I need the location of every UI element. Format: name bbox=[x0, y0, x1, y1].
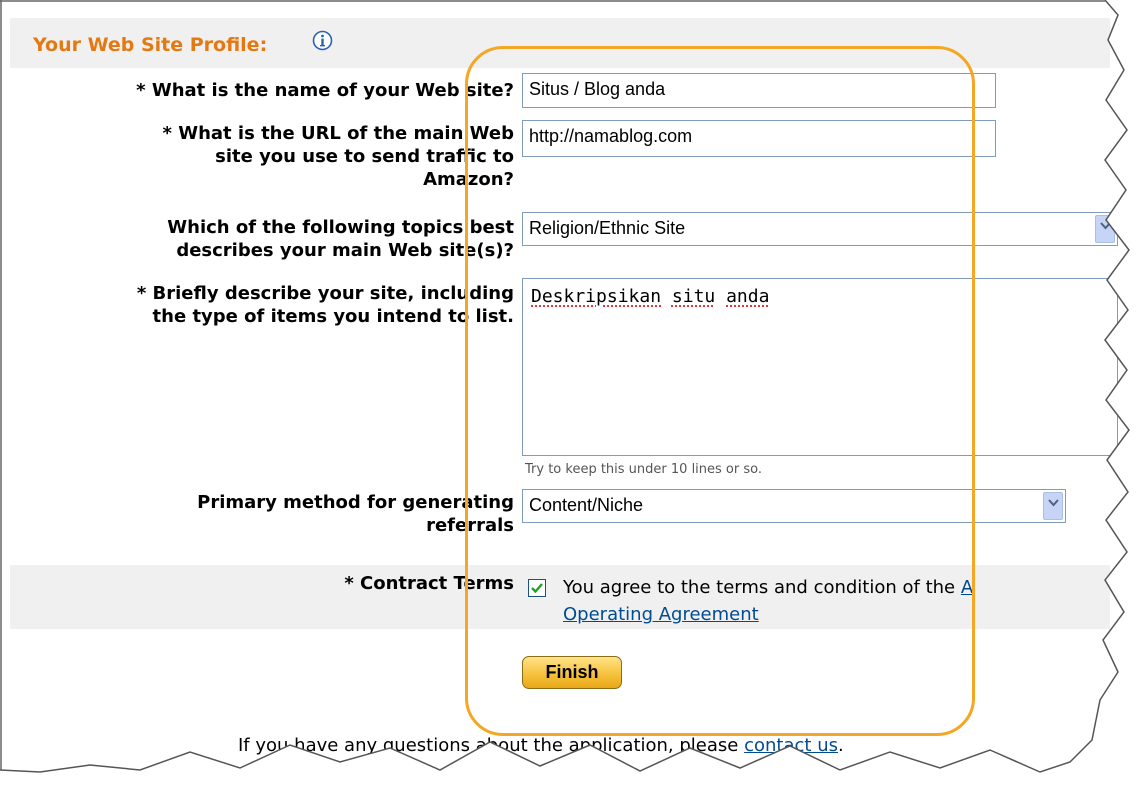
application-form-page: Your Web Site Profile: * What is the nam… bbox=[0, 0, 1143, 797]
footer-period: . bbox=[837, 735, 844, 756]
info-circle-icon[interactable] bbox=[312, 30, 333, 51]
referrals-label: Primary method for generating referrals bbox=[197, 492, 514, 536]
site-url-label: * What is the URL of the main Web site y… bbox=[162, 123, 514, 190]
topic-select[interactable]: Religion/Ethnic Site bbox=[522, 212, 1118, 246]
site-name-label: * What is the name of your Web site? bbox=[136, 80, 514, 101]
referrals-select[interactable]: Content/Niche bbox=[522, 489, 1066, 523]
section-title: Your Web Site Profile: bbox=[33, 34, 268, 56]
description-hint: Try to keep this under 10 lines or so. bbox=[525, 462, 762, 477]
contact-footer: If you have any questions about the appl… bbox=[238, 735, 844, 756]
contract-terms-label: * Contract Terms bbox=[344, 573, 514, 594]
chevron-down-icon[interactable] bbox=[1043, 492, 1063, 520]
description-textarea[interactable]: Deskripsikan situ anda bbox=[522, 278, 1118, 456]
footer-text: If you have any questions about the appl… bbox=[238, 735, 739, 756]
contact-us-link[interactable]: contact us bbox=[744, 735, 838, 756]
chevron-down-icon[interactable] bbox=[1095, 215, 1115, 243]
agreement-link-start[interactable]: A bbox=[961, 577, 973, 598]
contract-terms-text: You agree to the terms and condition of … bbox=[563, 574, 973, 628]
site-url-input[interactable]: http://namablog.com bbox=[522, 120, 996, 157]
misspelled-word: Deskripsikan bbox=[531, 286, 662, 307]
misspelled-word: situ bbox=[671, 286, 716, 307]
operating-agreement-link[interactable]: Operating Agreement bbox=[563, 604, 759, 625]
topic-label: Which of the following topics best descr… bbox=[167, 217, 514, 261]
description-label: * Briefly describe your site, including … bbox=[136, 283, 514, 327]
terms-sentence: You agree to the terms and condition of … bbox=[563, 577, 956, 598]
referrals-select-value: Content/Niche bbox=[529, 495, 644, 515]
site-name-input[interactable]: Situs / Blog anda bbox=[522, 73, 996, 108]
topic-select-value: Religion/Ethnic Site bbox=[529, 218, 686, 238]
finish-button[interactable]: Finish bbox=[522, 656, 622, 689]
checkmark-icon bbox=[531, 583, 543, 594]
misspelled-word: anda bbox=[726, 286, 770, 307]
contract-checkbox[interactable] bbox=[528, 579, 546, 597]
